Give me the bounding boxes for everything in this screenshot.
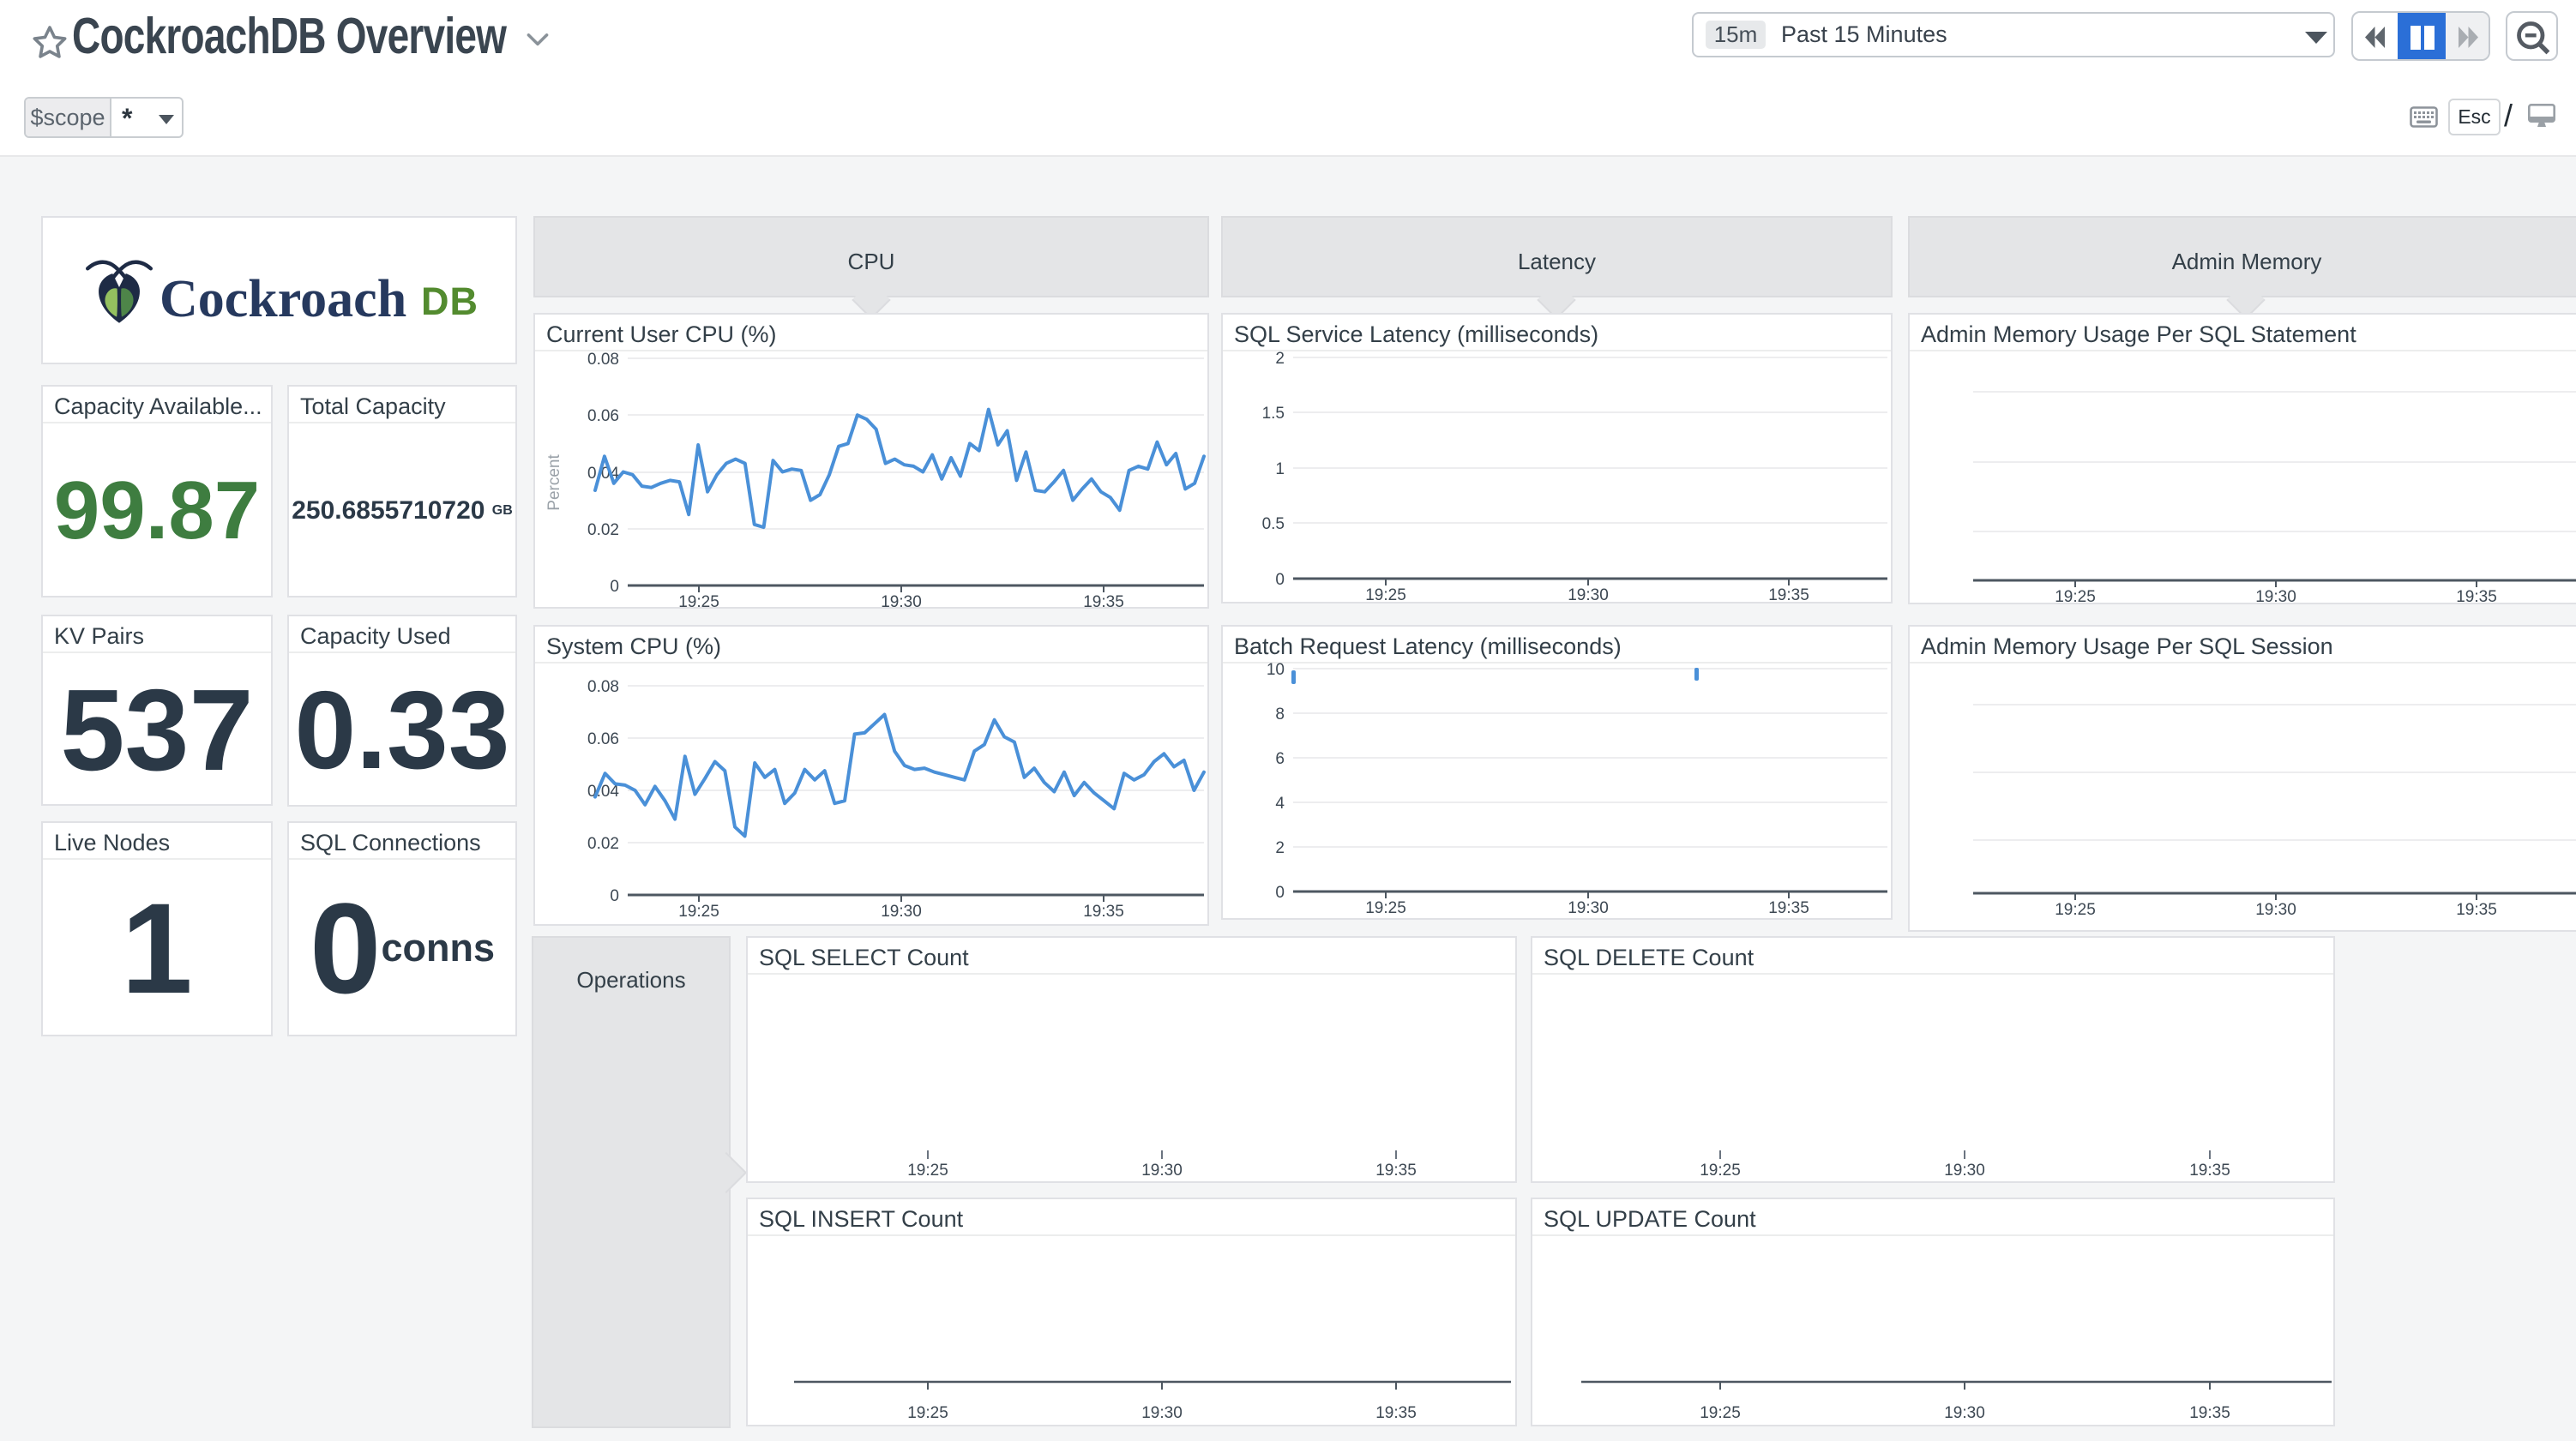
svg-text:1: 1 — [1275, 460, 1285, 478]
svg-text:19:25: 19:25 — [907, 1404, 948, 1422]
svg-text:Percent: Percent — [545, 454, 563, 511]
svg-text:19:30: 19:30 — [1944, 1404, 1985, 1422]
svg-text:19:30: 19:30 — [881, 593, 922, 607]
svg-text:0.5: 0.5 — [1262, 515, 1285, 533]
svg-text:19:30: 19:30 — [1568, 586, 1609, 602]
svg-text:19:35: 19:35 — [1083, 903, 1124, 921]
svg-text:0.06: 0.06 — [587, 730, 619, 748]
svg-text:4: 4 — [1275, 795, 1285, 813]
svg-text:0.08: 0.08 — [587, 351, 619, 369]
svg-text:19:35: 19:35 — [1768, 586, 1809, 602]
svg-text:0: 0 — [1275, 571, 1285, 589]
svg-text:19:30: 19:30 — [1141, 1162, 1183, 1180]
svg-text:19:25: 19:25 — [907, 1162, 948, 1180]
svg-text:19:35: 19:35 — [1375, 1404, 1417, 1422]
svg-text:2: 2 — [1275, 839, 1285, 857]
svg-text:19:30: 19:30 — [2255, 588, 2296, 603]
svg-text:0.02: 0.02 — [587, 835, 619, 853]
svg-text:19:30: 19:30 — [1944, 1162, 1985, 1180]
svg-text:6: 6 — [1275, 750, 1285, 768]
svg-text:19:35: 19:35 — [2189, 1404, 2230, 1422]
svg-text:10: 10 — [1267, 661, 1285, 679]
svg-text:0.02: 0.02 — [587, 521, 619, 539]
svg-text:19:25: 19:25 — [678, 593, 719, 607]
svg-text:0: 0 — [610, 578, 619, 596]
svg-text:19:35: 19:35 — [1375, 1162, 1417, 1180]
svg-text:1.5: 1.5 — [1262, 405, 1285, 423]
svg-text:19:25: 19:25 — [1365, 586, 1406, 602]
svg-text:0: 0 — [1275, 884, 1285, 902]
svg-text:0: 0 — [610, 887, 619, 905]
svg-text:19:25: 19:25 — [678, 903, 719, 921]
svg-text:19:25: 19:25 — [1700, 1404, 1741, 1422]
svg-text:19:30: 19:30 — [881, 903, 922, 921]
svg-text:0.08: 0.08 — [587, 678, 619, 696]
svg-text:19:30: 19:30 — [2255, 901, 2296, 919]
svg-text:19:30: 19:30 — [1568, 899, 1609, 917]
svg-text:19:25: 19:25 — [1365, 899, 1406, 917]
svg-text:19:30: 19:30 — [1141, 1404, 1183, 1422]
svg-text:19:35: 19:35 — [2456, 901, 2497, 919]
svg-text:2: 2 — [1275, 350, 1285, 368]
svg-text:19:25: 19:25 — [2055, 901, 2096, 919]
svg-text:19:35: 19:35 — [1768, 899, 1809, 917]
svg-text:8: 8 — [1275, 705, 1285, 724]
svg-text:19:25: 19:25 — [1700, 1162, 1741, 1180]
svg-text:19:35: 19:35 — [2189, 1162, 2230, 1180]
svg-text:19:25: 19:25 — [2055, 588, 2096, 603]
svg-text:0.06: 0.06 — [587, 407, 619, 425]
svg-text:19:35: 19:35 — [2456, 588, 2497, 603]
svg-text:19:35: 19:35 — [1083, 593, 1124, 607]
